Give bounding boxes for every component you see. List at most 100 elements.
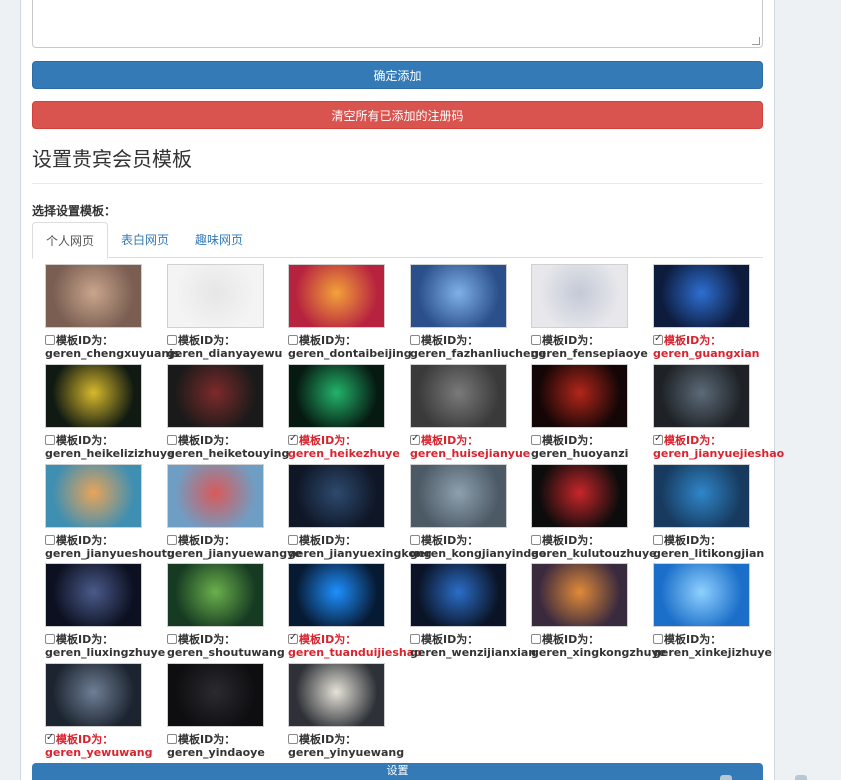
template-thumbnail[interactable] — [288, 364, 385, 428]
template-checkbox-label[interactable]: 模板ID为： — [45, 432, 113, 447]
template-checkbox[interactable] — [531, 335, 541, 345]
template-thumbnail[interactable] — [410, 364, 507, 428]
template-thumbnail[interactable] — [653, 563, 750, 627]
template-checkbox-label[interactable]: 模板ID为： — [653, 332, 721, 347]
template-item[interactable]: 模板ID为： geren_xingkongzhuye — [531, 563, 666, 663]
template-thumbnail[interactable] — [45, 264, 142, 328]
template-thumbnail[interactable] — [531, 563, 628, 627]
template-item[interactable]: 模板ID为：geren_tuanduijieshao — [288, 563, 422, 663]
template-checkbox-label[interactable]: 模板ID为： — [653, 432, 721, 447]
template-item[interactable]: 模板ID为： geren_chengxuyuanjs — [45, 264, 180, 364]
template-item[interactable]: 模板ID为：geren_jianyuejieshao — [653, 364, 784, 464]
template-thumbnail[interactable] — [410, 563, 507, 627]
template-checkbox[interactable] — [167, 335, 177, 345]
template-item[interactable]: 模板ID为：geren_yewuwang — [45, 663, 165, 763]
template-checkbox[interactable] — [410, 634, 420, 644]
template-thumbnail[interactable] — [653, 464, 750, 528]
template-checkbox[interactable] — [410, 335, 420, 345]
template-checkbox-label[interactable]: 模板ID为： — [531, 631, 599, 646]
template-checkbox[interactable] — [288, 632, 298, 644]
template-checkbox-label[interactable]: 模板ID为： — [410, 332, 478, 347]
template-checkbox[interactable] — [288, 535, 298, 545]
template-thumbnail[interactable] — [167, 563, 264, 627]
template-checkbox[interactable] — [653, 433, 663, 445]
template-checkbox-label[interactable]: 模板ID为： — [45, 332, 113, 347]
template-item[interactable]: 模板ID为： geren_xinkejizhuye — [653, 563, 773, 663]
resize-grip-icon[interactable] — [752, 37, 760, 45]
template-item[interactable]: 模板ID为： geren_fazhanliucheng — [410, 264, 546, 364]
template-checkbox[interactable] — [288, 734, 298, 744]
template-checkbox[interactable] — [45, 335, 55, 345]
template-checkbox[interactable] — [410, 433, 420, 445]
template-item[interactable]: 模板ID为： geren_litikongjian — [653, 464, 773, 564]
template-thumbnail[interactable] — [288, 563, 385, 627]
template-item[interactable]: 模板ID为： geren_shoutuwang — [167, 563, 287, 663]
template-item[interactable]: 模板ID为： geren_kulutouzhuye — [531, 464, 657, 564]
registration-code-textarea[interactable] — [32, 0, 763, 48]
template-checkbox[interactable] — [167, 535, 177, 545]
template-checkbox-label[interactable]: 模板ID为： — [167, 532, 235, 547]
template-checkbox-label[interactable]: 模板ID为： — [531, 332, 599, 347]
template-item[interactable]: 模板ID为： geren_dianyayewu — [167, 264, 287, 364]
template-thumbnail[interactable] — [45, 563, 142, 627]
template-thumbnail[interactable] — [410, 464, 507, 528]
template-item[interactable]: 模板ID为： geren_heiketouying — [167, 364, 289, 464]
template-item[interactable]: 模板ID为： geren_jianyueshoutu — [45, 464, 175, 564]
clear-codes-button[interactable]: 清空所有已添加的注册码 — [32, 101, 763, 129]
template-checkbox-label[interactable]: 模板ID为： — [288, 731, 356, 746]
template-checkbox-label[interactable]: 模板ID为： — [410, 631, 478, 646]
template-checkbox[interactable] — [45, 732, 55, 744]
template-checkbox-label[interactable]: 模板ID为： — [45, 731, 113, 746]
template-checkbox-label[interactable]: 模板ID为： — [410, 432, 478, 447]
template-checkbox[interactable] — [531, 535, 541, 545]
template-checkbox-label[interactable]: 模板ID为： — [45, 532, 113, 547]
template-checkbox[interactable] — [410, 535, 420, 545]
template-checkbox-label[interactable]: 模板ID为： — [167, 432, 235, 447]
template-item[interactable]: 模板ID为： geren_kongjianyindao — [410, 464, 546, 564]
template-checkbox-label[interactable]: 模板ID为： — [288, 332, 356, 347]
tab-confession[interactable]: 表白网页 — [108, 222, 182, 258]
template-thumbnail[interactable] — [410, 264, 507, 328]
template-checkbox[interactable] — [45, 435, 55, 445]
template-checkbox[interactable] — [167, 634, 177, 644]
template-checkbox-label[interactable]: 模板ID为： — [167, 332, 235, 347]
template-thumbnail[interactable] — [288, 264, 385, 328]
template-thumbnail[interactable] — [653, 364, 750, 428]
template-thumbnail[interactable] — [45, 464, 142, 528]
template-item[interactable]: 模板ID为：geren_guangxian — [653, 264, 773, 364]
template-checkbox-label[interactable]: 模板ID为： — [410, 532, 478, 547]
template-thumbnail[interactable] — [45, 663, 142, 727]
template-checkbox-label[interactable]: 模板ID为： — [45, 631, 113, 646]
template-checkbox[interactable] — [45, 634, 55, 644]
template-item[interactable]: 模板ID为： geren_yindaoye — [167, 663, 287, 763]
template-item[interactable]: 模板ID为： geren_dontaibeijing — [288, 264, 412, 364]
template-checkbox-label[interactable]: 模板ID为： — [288, 631, 356, 646]
template-thumbnail[interactable] — [653, 264, 750, 328]
template-item[interactable]: 模板ID为： geren_fensepiaoye — [531, 264, 651, 364]
template-checkbox-label[interactable]: 模板ID为： — [167, 731, 235, 746]
template-checkbox-label[interactable]: 模板ID为： — [653, 532, 721, 547]
template-checkbox[interactable] — [167, 435, 177, 445]
template-checkbox[interactable] — [653, 535, 663, 545]
template-item[interactable]: 模板ID为：geren_heikezhuye — [288, 364, 408, 464]
template-checkbox-label[interactable]: 模板ID为： — [288, 432, 356, 447]
template-thumbnail[interactable] — [288, 663, 385, 727]
template-item[interactable]: 模板ID为：geren_huisejianyue — [410, 364, 530, 464]
template-thumbnail[interactable] — [167, 264, 264, 328]
template-checkbox-label[interactable]: 模板ID为： — [167, 631, 235, 646]
template-checkbox-label[interactable]: 模板ID为： — [531, 532, 599, 547]
template-checkbox[interactable] — [167, 734, 177, 744]
template-checkbox[interactable] — [653, 333, 663, 345]
template-thumbnail[interactable] — [167, 464, 264, 528]
template-item[interactable]: 模板ID为： geren_huoyanzi — [531, 364, 651, 464]
template-checkbox[interactable] — [288, 433, 298, 445]
tab-personal[interactable]: 个人网页 — [32, 222, 109, 259]
template-checkbox[interactable] — [45, 535, 55, 545]
template-thumbnail[interactable] — [288, 464, 385, 528]
template-item[interactable]: 模板ID为： geren_yinyuewang — [288, 663, 408, 763]
template-checkbox-label[interactable]: 模板ID为： — [531, 432, 599, 447]
template-item[interactable]: 模板ID为： geren_jianyuewangye — [167, 464, 302, 564]
set-template-button[interactable]: 设置 — [32, 763, 763, 780]
template-item[interactable]: 模板ID为： geren_heikelizizhuye — [45, 364, 175, 464]
template-item[interactable]: 模板ID为： geren_jianyuexingkong — [288, 464, 432, 564]
